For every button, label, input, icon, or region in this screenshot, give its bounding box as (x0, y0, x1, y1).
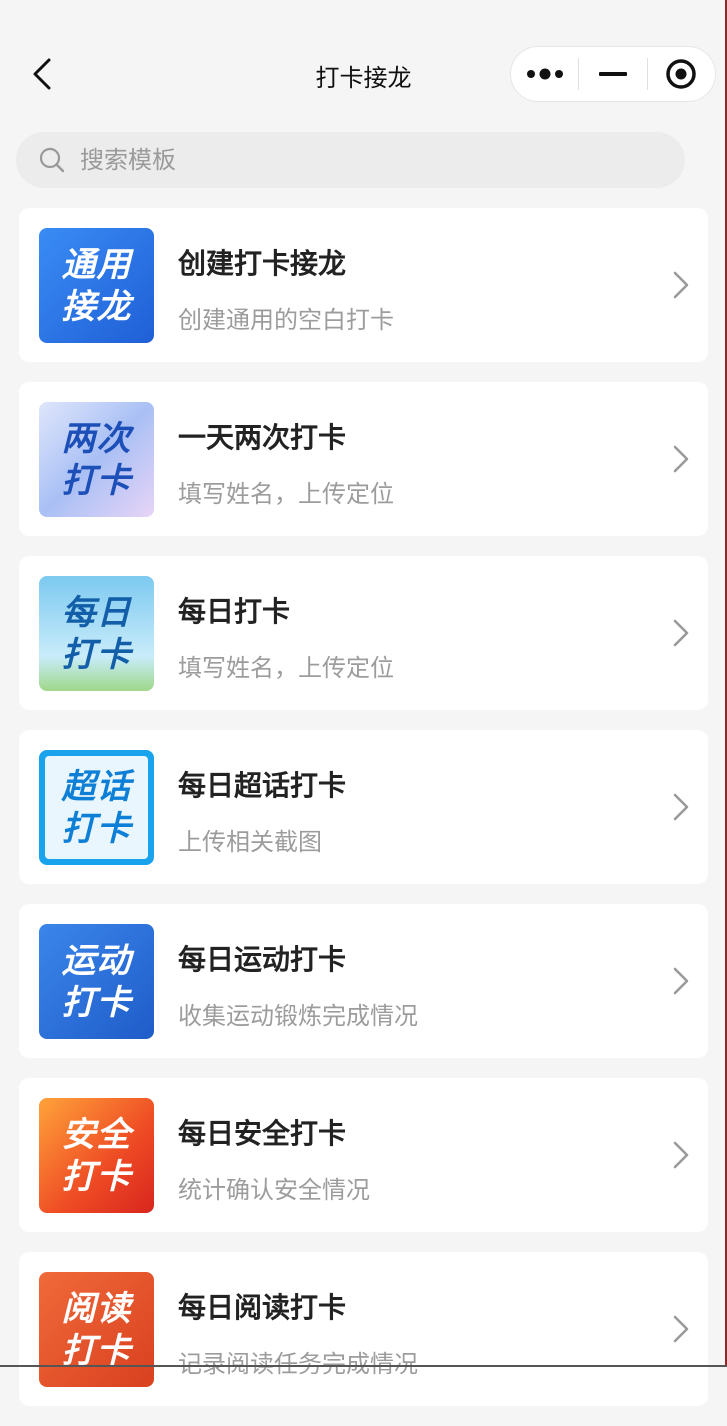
minimize-button[interactable] (579, 47, 646, 101)
template-subtitle: 填写姓名，上传定位 (178, 480, 394, 508)
thumbnail-text: 阅读 (61, 1288, 132, 1329)
thumbnail-text: 通用 (61, 244, 132, 285)
thumbnail-text: 打卡 (61, 1156, 132, 1197)
thumbnail-text: 两次 (61, 418, 132, 459)
thumbnail-text: 运动 (61, 940, 132, 981)
template-title: 每日超话打卡 (178, 769, 347, 802)
template-card[interactable]: 两次 打卡 一天两次打卡 填写姓名，上传定位 (19, 382, 708, 536)
template-subtitle: 上传相关截图 (178, 828, 322, 856)
template-thumbnail: 每日 打卡 (39, 576, 154, 691)
thumbnail-text: 打卡 (61, 460, 132, 501)
thumbnail-text: 接龙 (61, 286, 132, 327)
template-title: 每日阅读打卡 (178, 1291, 347, 1324)
template-card[interactable]: 每日 打卡 每日打卡 填写姓名，上传定位 (19, 556, 708, 710)
more-dots-icon (526, 68, 563, 80)
template-subtitle: 统计确认安全情况 (178, 1176, 370, 1204)
template-subtitle: 记录阅读任务完成情况 (178, 1350, 418, 1378)
chevron-right-icon (673, 1315, 689, 1343)
template-title: 每日运动打卡 (178, 943, 347, 976)
chevron-right-icon (673, 967, 689, 995)
template-card[interactable]: 阅读 打卡 每日阅读打卡 记录阅读任务完成情况 (19, 1252, 708, 1406)
minus-icon (598, 72, 627, 76)
template-title: 每日安全打卡 (178, 1117, 347, 1150)
thumbnail-text: 打卡 (61, 808, 132, 849)
search-input[interactable] (78, 145, 622, 175)
more-button[interactable] (511, 47, 578, 101)
template-thumbnail: 阅读 打卡 (39, 1272, 154, 1387)
template-thumbnail: 超话 打卡 (39, 750, 154, 865)
template-title: 创建打卡接龙 (178, 247, 347, 280)
chevron-right-icon (673, 271, 689, 299)
template-thumbnail: 通用 接龙 (39, 228, 154, 343)
template-list: 通用 接龙 创建打卡接龙 创建通用的空白打卡 两次 打卡 一天两次打卡 填写姓名… (19, 208, 708, 1426)
template-card[interactable]: 安全 打卡 每日安全打卡 统计确认安全情况 (19, 1078, 708, 1232)
template-subtitle: 收集运动锻炼完成情况 (178, 1002, 418, 1030)
close-button[interactable] (648, 47, 715, 101)
thumbnail-text: 安全 (61, 1114, 132, 1155)
thumbnail-text: 超话 (61, 766, 132, 807)
template-title: 每日打卡 (178, 595, 291, 628)
chevron-right-icon (673, 619, 689, 647)
search-bar[interactable] (16, 132, 685, 188)
thumbnail-text: 打卡 (61, 982, 132, 1023)
template-title: 一天两次打卡 (178, 421, 347, 454)
thumbnail-text: 每日 (61, 592, 132, 633)
navigation-bar: 打卡接龙 (0, 0, 725, 130)
target-close-icon (666, 59, 697, 89)
chevron-right-icon (673, 445, 689, 473)
template-thumbnail: 两次 打卡 (39, 402, 154, 517)
search-icon (39, 147, 65, 173)
template-thumbnail: 运动 打卡 (39, 924, 154, 1039)
template-thumbnail: 安全 打卡 (39, 1098, 154, 1213)
thumbnail-text: 打卡 (61, 634, 132, 675)
template-card[interactable]: 运动 打卡 每日运动打卡 收集运动锻炼完成情况 (19, 904, 708, 1058)
template-card[interactable]: 超话 打卡 每日超话打卡 上传相关截图 (19, 730, 708, 884)
template-subtitle: 创建通用的空白打卡 (178, 306, 394, 334)
chevron-right-icon (673, 793, 689, 821)
template-subtitle: 填写姓名，上传定位 (178, 654, 394, 682)
template-card[interactable]: 通用 接龙 创建打卡接龙 创建通用的空白打卡 (19, 208, 708, 362)
chevron-right-icon (673, 1141, 689, 1169)
mini-program-capsule (510, 46, 716, 102)
